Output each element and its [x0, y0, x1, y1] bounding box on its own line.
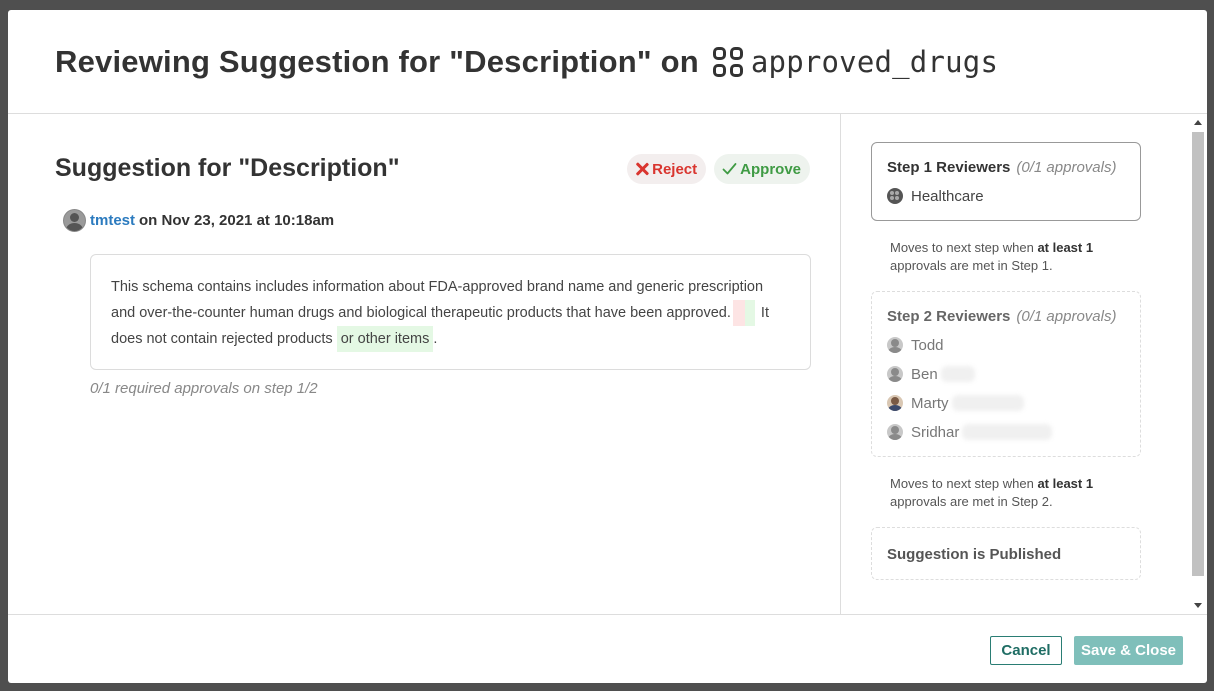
step-2-hint: Moves to next step when at least 1 appro… [890, 476, 1094, 509]
close-icon [635, 162, 649, 176]
published-label: Suggestion is Published [887, 546, 1062, 563]
scroll-up-icon[interactable] [1194, 120, 1202, 125]
save-close-button[interactable]: Save & Close [1074, 636, 1183, 665]
step-1-header: Step 1 Reviewers (0/1 approvals) [887, 159, 1125, 176]
reviewer-sridhar: Sridhar [887, 423, 1125, 441]
inserted-marker [744, 300, 755, 326]
user-icon [887, 337, 903, 353]
inserted-text: or other items [336, 326, 434, 352]
reviewer-name: Sridhar [911, 423, 960, 441]
modal-body: Suggestion for "Description" Reject Appr… [8, 114, 1207, 614]
step-1-title: Step 1 Reviewers [887, 159, 1011, 176]
reject-label: Reject [652, 160, 698, 178]
suggestion-pane: Suggestion for "Description" Reject Appr… [8, 114, 841, 614]
step-1-card: Step 1 Reviewers (0/1 approvals) Healthca… [871, 142, 1141, 221]
dataset-name: approved_drugs [750, 44, 999, 79]
reviewers-sidebar: Step 1 Reviewers (0/1 approvals) Healthca… [841, 114, 1207, 614]
redacted-surname [951, 395, 1024, 411]
step-2-header: Step 2 Reviewers (0/1 approvals) [887, 308, 1125, 325]
modal-title-prefix: Reviewing Suggestion for "Description" o… [55, 43, 699, 79]
step-2-title: Step 2 Reviewers [887, 308, 1011, 325]
avatar [63, 209, 86, 232]
reviewer-name: Todd [911, 336, 944, 354]
description-diff: This schema contains includes informatio… [90, 254, 811, 370]
cancel-button[interactable]: Cancel [990, 636, 1062, 665]
step-2-count: (0/1 approvals) [1016, 308, 1117, 325]
group-icon [887, 188, 903, 204]
scrollbar-thumb[interactable] [1192, 132, 1204, 576]
redacted-surname [962, 424, 1053, 440]
modal-title: Reviewing Suggestion for "Description" o… [55, 44, 998, 80]
step-2-card: Step 2 Reviewers (0/1 approvals) Todd Ben… [871, 291, 1141, 457]
approvals-note: 0/1 required approvals on step 1/2 [90, 380, 318, 397]
reviewer-name: Healthcare [911, 187, 984, 205]
approve-label: Approve [740, 160, 801, 178]
step-1-hint: Moves to next step when at least 1 appro… [890, 240, 1094, 273]
user-icon [887, 424, 903, 440]
check-icon [722, 163, 737, 175]
user-photo-icon [887, 395, 903, 411]
reviewer-marty: Marty [887, 394, 1125, 412]
redacted-surname [940, 366, 975, 382]
modal-header: Reviewing Suggestion for "Description" o… [8, 10, 1207, 114]
description-text-end: . [433, 331, 438, 347]
author-line: tmtest on Nov 23, 2021 at 10:18am [63, 209, 810, 232]
modal-footer: Cancel Save & Close [8, 614, 1207, 683]
dataset-grid-icon [712, 46, 743, 77]
scroll-down-icon[interactable] [1194, 603, 1202, 608]
deleted-marker [732, 300, 745, 326]
reject-button[interactable]: Reject [627, 154, 707, 184]
suggestion-actions: Reject Approve [627, 154, 810, 184]
reviewer-healthcare: Healthcare [887, 187, 1125, 205]
review-suggestion-modal: Reviewing Suggestion for "Description" o… [8, 10, 1207, 683]
sidebar-scrollbar[interactable] [1191, 114, 1205, 614]
user-icon [887, 366, 903, 382]
approve-button[interactable]: Approve [714, 154, 810, 184]
description-text-before: This schema contains includes informatio… [111, 279, 764, 321]
author-link[interactable]: tmtest [90, 212, 135, 229]
reviewer-name: Ben [911, 365, 938, 383]
reviewer-name: Marty [911, 394, 949, 412]
reviewer-todd: Todd [887, 336, 1125, 354]
step-1-count: (0/1 approvals) [1016, 159, 1117, 176]
suggestion-date: on Nov 23, 2021 at 10:18am [139, 212, 335, 229]
reviewer-ben: Ben [887, 365, 1125, 383]
published-step-card: Suggestion is Published [871, 527, 1141, 580]
